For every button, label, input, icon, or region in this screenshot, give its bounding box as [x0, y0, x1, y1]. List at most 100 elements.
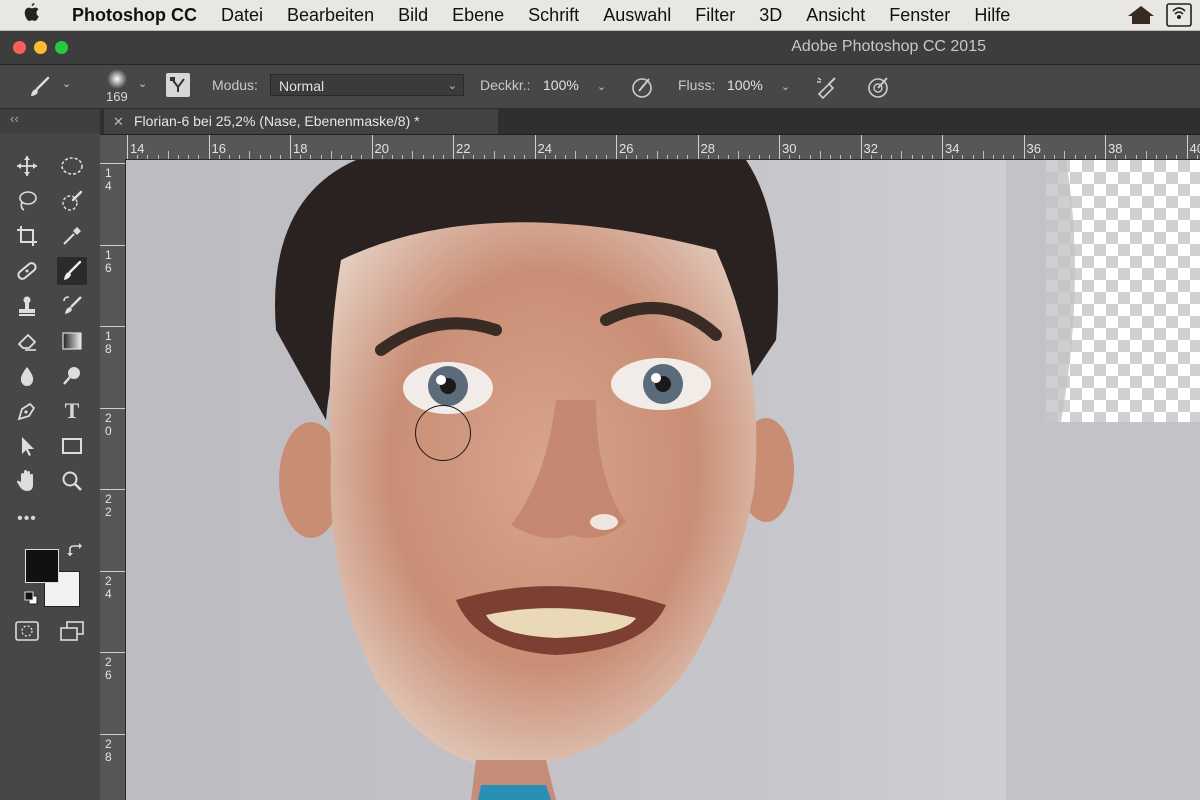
brush-preset-chevron-icon[interactable]: ⌄	[138, 77, 147, 90]
menu-schrift[interactable]: Schrift	[516, 5, 591, 26]
zoom-tool-icon[interactable]	[57, 467, 87, 495]
menu-3d[interactable]: 3D	[747, 5, 794, 26]
ruler-minor-tick	[880, 155, 882, 159]
apple-icon[interactable]	[0, 2, 62, 28]
brush-tool-button[interactable]	[57, 257, 87, 285]
menu-ebene[interactable]: Ebene	[440, 5, 516, 26]
ruler-minor-tick	[575, 151, 577, 159]
ruler-minor-tick	[687, 155, 689, 159]
pen-tool-icon[interactable]	[12, 397, 42, 425]
ruler-minor-tick	[402, 155, 404, 159]
pressure-opacity-icon[interactable]	[630, 74, 656, 103]
ruler-minor-tick	[962, 155, 964, 159]
ruler-minor-tick	[972, 155, 974, 159]
menu-bar: Photoshop CC Datei Bearbeiten Bild Ebene…	[0, 0, 1200, 31]
tool-preset-chevron-icon[interactable]: ⌄	[62, 77, 71, 90]
ruler-minor-tick	[1003, 155, 1005, 159]
rectangle-tool-icon[interactable]	[57, 432, 87, 460]
ruler-minor-tick	[259, 155, 261, 159]
ruler-minor-tick	[840, 155, 842, 159]
ruler-minor-tick	[677, 155, 679, 159]
menu-datei[interactable]: Datei	[209, 5, 275, 26]
ruler-minor-tick	[1176, 155, 1178, 159]
ruler-minor-tick	[1166, 155, 1168, 159]
close-window-button[interactable]	[13, 41, 26, 54]
ruler-minor-tick	[167, 151, 169, 159]
menu-ansicht[interactable]: Ansicht	[794, 5, 877, 26]
crop-tool-icon[interactable]	[12, 222, 42, 250]
ruler-minor-tick	[626, 155, 628, 159]
document-tab[interactable]: ✕ Florian-6 bei 25,2% (Nase, Ebenenmaske…	[104, 109, 498, 134]
ruler-label: 38	[1108, 141, 1123, 156]
pressure-size-icon[interactable]	[866, 74, 892, 103]
history-brush-tool-icon[interactable]	[57, 292, 87, 320]
ruler-minor-tick	[891, 155, 893, 159]
minimize-window-button[interactable]	[34, 41, 47, 54]
quick-mask-icon[interactable]	[15, 621, 39, 646]
mode-dropdown[interactable]: Normal ⌄	[270, 74, 464, 96]
stamp-tool-icon[interactable]	[12, 292, 42, 320]
ruler-minor-tick	[656, 151, 658, 159]
more-tools-icon[interactable]: •••	[12, 505, 42, 533]
ruler-minor-tick	[554, 155, 556, 159]
opacity-value: 100%	[543, 77, 579, 93]
menu-filter[interactable]: Filter	[683, 5, 747, 26]
vertical-ruler[interactable]: 1 4 1 6 1 8 2 0 2 2 2 4 2 6 2 8	[100, 159, 126, 800]
ruler-minor-tick	[279, 155, 281, 159]
ruler-corner	[100, 135, 125, 159]
type-tool-icon[interactable]: T	[57, 397, 87, 425]
eyedropper-tool-icon[interactable]	[57, 222, 87, 250]
screen-mode-icon[interactable]	[59, 621, 85, 646]
swap-colors-icon[interactable]	[67, 543, 83, 564]
marquee-tool-icon[interactable]	[57, 152, 87, 180]
ruler-minor-tick	[993, 155, 994, 159]
flow-value: 100%	[727, 77, 763, 93]
airbrush-icon[interactable]	[814, 74, 840, 103]
menu-fenster[interactable]: Fenster	[877, 5, 962, 26]
ruler-minor-tick	[157, 155, 159, 159]
gradient-tool-icon[interactable]	[57, 327, 87, 355]
ruler-tick	[208, 135, 210, 159]
menu-auswahl[interactable]: Auswahl	[591, 5, 683, 26]
brush-tool-icon[interactable]	[28, 76, 52, 101]
brush-panel-icon[interactable]	[166, 73, 190, 97]
document-canvas[interactable]	[126, 160, 1200, 800]
default-colors-icon[interactable]	[23, 590, 39, 611]
ruler-tick	[860, 135, 862, 159]
ruler-label: 1 4	[105, 166, 112, 193]
healing-tool-icon[interactable]	[12, 257, 42, 285]
ruler-tick	[100, 326, 125, 327]
dodge-tool-icon[interactable]	[57, 362, 87, 390]
horizontal-ruler[interactable]: 14 16 18 20 22 24 26 28 30 32 34 36 38 40	[125, 135, 1200, 160]
eraser-tool-icon[interactable]	[12, 327, 42, 355]
menu-bearbeiten[interactable]: Bearbeiten	[275, 5, 386, 26]
path-select-tool-icon[interactable]	[12, 432, 42, 460]
hand-tool-icon[interactable]	[12, 467, 42, 495]
ruler-minor-tick	[422, 155, 424, 159]
menu-bild[interactable]: Bild	[386, 5, 440, 26]
collapse-arrows-icon[interactable]: ‹‹	[10, 111, 19, 126]
zoom-window-button[interactable]	[55, 41, 68, 54]
ruler-minor-tick	[483, 155, 485, 159]
flow-dropdown[interactable]: 100% ⌄	[727, 77, 790, 93]
menu-app-name[interactable]: Photoshop CC	[62, 5, 209, 26]
home-icon[interactable]	[1126, 4, 1156, 31]
ruler-minor-tick	[188, 155, 190, 159]
ruler-minor-tick	[1196, 155, 1198, 159]
ruler-minor-tick	[1013, 155, 1015, 159]
ruler-minor-tick	[228, 155, 230, 159]
ruler-minor-tick	[412, 151, 414, 159]
portrait-photo	[126, 160, 1075, 800]
foreground-color-swatch[interactable]	[25, 549, 59, 583]
ruler-minor-tick	[1125, 155, 1127, 159]
move-tool-icon[interactable]	[12, 152, 42, 180]
lasso-tool-icon[interactable]	[12, 187, 42, 215]
brush-preset-icon[interactable]	[104, 68, 130, 90]
blur-tool-icon[interactable]	[12, 362, 42, 390]
airplay-icon[interactable]	[1166, 3, 1192, 32]
opacity-dropdown[interactable]: 100% ⌄	[543, 77, 606, 93]
quick-select-tool-icon[interactable]	[57, 187, 87, 215]
ruler-label: 40	[1189, 141, 1200, 156]
close-icon[interactable]: ✕	[113, 109, 124, 134]
menu-hilfe[interactable]: Hilfe	[962, 5, 1022, 26]
